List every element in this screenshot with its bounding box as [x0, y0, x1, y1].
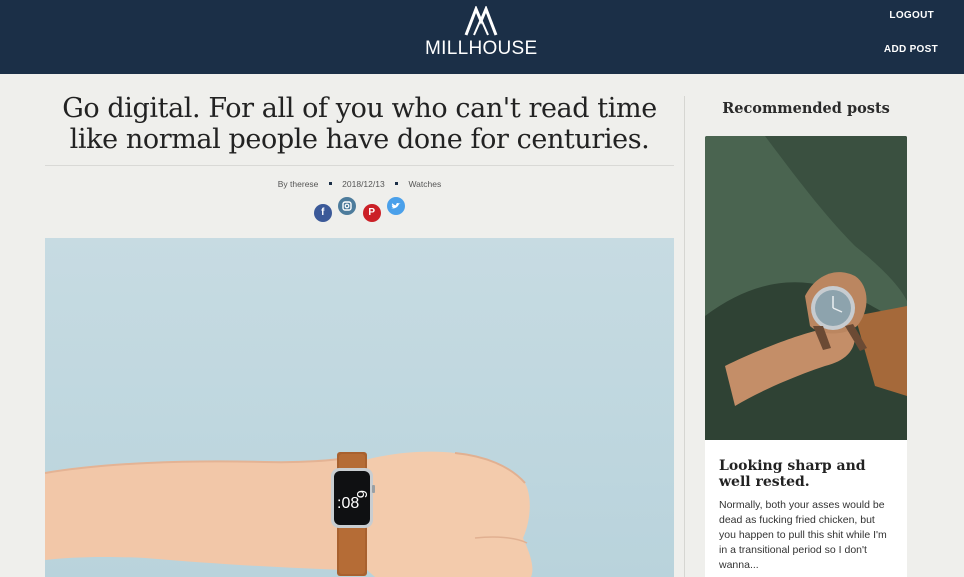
instagram-icon[interactable] — [338, 197, 357, 215]
share-buttons: f P — [45, 197, 674, 222]
site-brand-name: MILLHOUSE — [425, 38, 538, 59]
man-with-watch-image — [705, 136, 907, 440]
top-navbar: MILLHOUSE LOGOUT ADD POST — [0, 0, 964, 74]
watch-digits-bottom: :08 — [337, 495, 359, 512]
pinterest-icon[interactable]: P — [362, 204, 381, 222]
post-meta: By therese 2018/12/13 Watches — [45, 178, 674, 192]
column-divider — [684, 96, 685, 577]
recommended-post-excerpt: Normally, both your asses would be dead … — [719, 499, 887, 571]
meta-separator — [395, 182, 399, 186]
millhouse-m-icon — [464, 6, 498, 36]
post-title: Go digital. For all of you who can't rea… — [45, 88, 674, 166]
post-date: 2018/12/13 — [342, 178, 385, 189]
recommended-post-card[interactable]: Looking sharp and well rested. Normally,… — [705, 136, 907, 577]
twitter-icon[interactable] — [387, 197, 406, 215]
meta-separator — [328, 182, 332, 186]
facebook-icon[interactable]: f — [313, 204, 332, 222]
post-hero-image: 6 :08 — [45, 238, 674, 577]
logout-link[interactable]: LOGOUT — [889, 10, 934, 21]
site-logo[interactable]: MILLHOUSE — [425, 6, 537, 64]
recommended-post-image[interactable] — [705, 136, 907, 440]
add-post-link[interactable]: ADD POST — [884, 44, 938, 55]
post-article: Go digital. For all of you who can't rea… — [45, 88, 674, 222]
post-author: By therese — [277, 178, 319, 189]
watch-on-wrist-image: 6 :08 — [45, 451, 533, 577]
post-category[interactable]: Watches — [408, 179, 441, 189]
recommended-posts-heading: Recommended posts — [722, 100, 890, 117]
recommended-post-title[interactable]: Looking sharp and well rested. — [705, 440, 907, 490]
